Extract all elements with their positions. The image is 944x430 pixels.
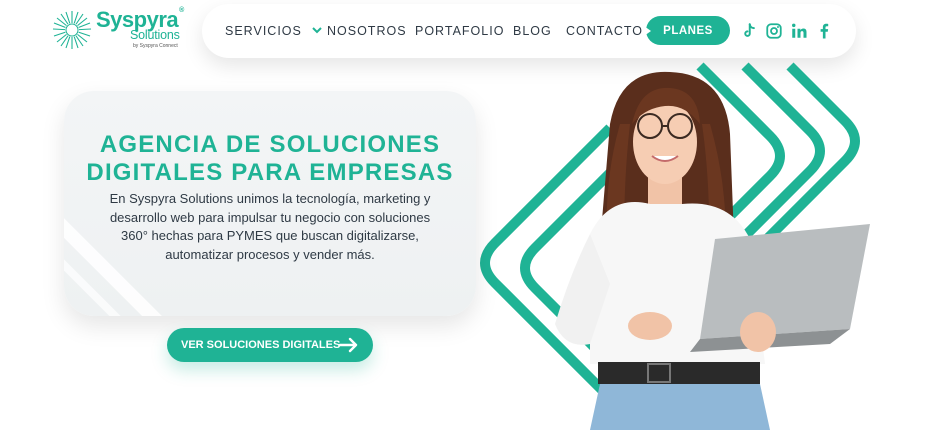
hero-title-line2: DIGITALES PARA EMPRESAS <box>86 159 454 186</box>
button-notch <box>644 26 651 36</box>
woman-with-laptop-image <box>555 71 870 430</box>
brand-sub: Solutions <box>130 28 180 42</box>
main-navigation: SERVICIOS NOSOTROS PORTAFOLIO BLOG CONTA… <box>202 4 856 58</box>
hero-title: AGENCIA DE SOLUCIONES DIGITALES PARA EMP… <box>64 131 476 187</box>
facebook-icon[interactable] <box>815 22 833 40</box>
hero-title-line1: AGENCIA DE SOLUCIONES <box>99 131 441 158</box>
linkedin-icon[interactable] <box>790 22 808 40</box>
nav-item-servicios[interactable]: SERVICIOS <box>225 24 323 38</box>
instagram-icon[interactable] <box>765 22 783 40</box>
arrow-right-icon <box>339 337 358 353</box>
hero-card: AGENCIA DE SOLUCIONES DIGITALES PARA EMP… <box>64 91 476 316</box>
nav-item-portafolio[interactable]: PORTAFOLIO <box>415 24 504 38</box>
nav-item-blog[interactable]: BLOG <box>513 24 552 38</box>
planes-label: PLANES <box>663 24 713 37</box>
registered-mark: ® <box>179 7 184 14</box>
ver-soluciones-button[interactable]: VER SOLUCIONES DIGITALES <box>167 328 373 362</box>
brand-logo[interactable]: Syspyra® Solutions by Syspyra Connect <box>52 7 202 52</box>
tiktok-icon[interactable] <box>740 22 758 40</box>
cta-label: VER SOLUCIONES DIGITALES <box>181 339 341 351</box>
brand-tagline: by Syspyra Connect <box>133 43 178 49</box>
hero-description: En Syspyra Solutions unimos la tecnologí… <box>109 191 431 262</box>
chevron-down-icon <box>312 27 323 34</box>
logo-burst-icon <box>52 11 92 49</box>
nav-item-nosotros[interactable]: NOSOTROS <box>327 24 407 38</box>
planes-button[interactable]: PLANES <box>644 16 730 45</box>
nav-item-label: SERVICIOS <box>225 24 302 38</box>
nav-item-contacto[interactable]: CONTACTO <box>566 24 643 38</box>
